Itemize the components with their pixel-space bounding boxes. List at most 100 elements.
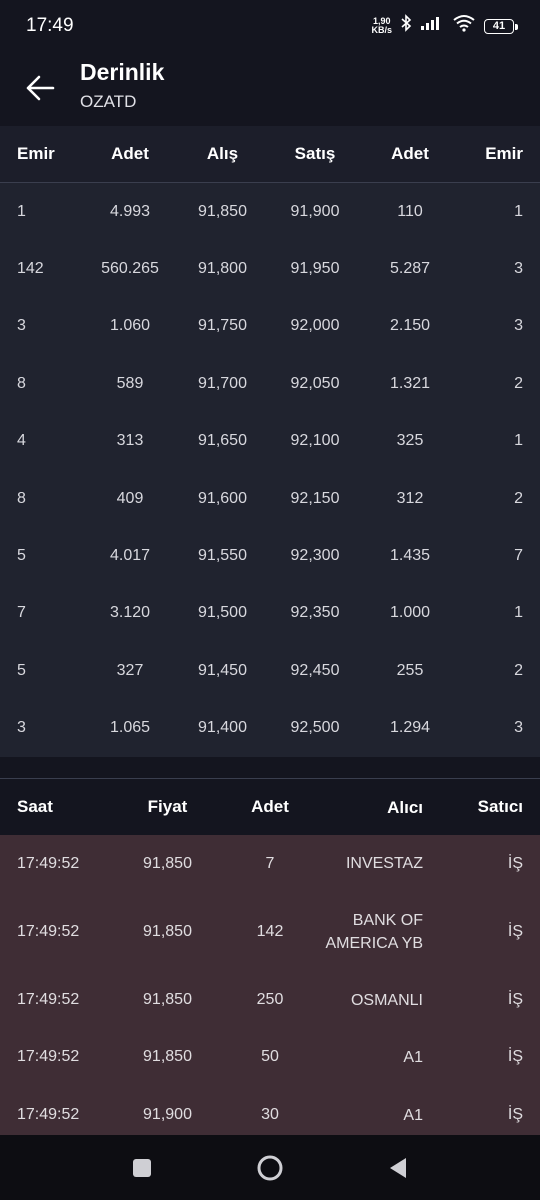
ask-price: 92,300 [290,547,340,565]
back-triangle-icon [390,1157,406,1178]
depth-table: Emir Adet Alış Satış Adet Emir 1 4.993 9… [0,126,540,757]
table-row[interactable]: 17:49:52 91,850 142 BANK OF AMERICA YB İ… [0,892,540,972]
ask-quantity: 2.150 [389,317,431,335]
column-header-alis[interactable]: Alış [175,144,270,164]
column-header-fiyat[interactable]: Fiyat [110,797,225,817]
bid-price: 91,600 [198,489,247,507]
trade-quantity: 142 [256,923,284,940]
bid-quantity: 1.065 [109,719,151,737]
trade-price: 91,850 [143,1048,192,1065]
ask-price: 92,050 [290,374,340,392]
bid-quantity: 589 [116,374,144,392]
bid-quantity: 1.060 [109,317,151,335]
recents-button[interactable] [122,1148,162,1188]
table-row[interactable]: 142 560.265 91,800 91,950 5.287 3 [0,240,540,297]
column-header-adet-ask[interactable]: Adet [360,144,460,164]
bid-price: 91,750 [198,317,247,335]
header-text: Derinlik OZATD [80,59,164,112]
battery-level: 41 [492,20,506,32]
table-row[interactable]: 17:49:52 91,850 250 OSMANLI İŞ [0,972,540,1028]
column-header-satis[interactable]: Satış [270,144,360,164]
table-row[interactable]: 1 4.993 91,850 91,900 110 1 [0,183,540,240]
column-header-adet[interactable]: Adet [225,797,315,817]
bid-price: 91,800 [198,260,247,278]
trade-buyer-line: OSMANLI [350,991,423,1009]
ask-orders: 3 [514,317,523,335]
bluetooth-icon [400,14,412,38]
trade-buyer-line: A1 [403,1106,423,1124]
signal-icon [420,15,444,37]
trade-seller: İŞ [507,1106,523,1123]
section-divider [0,760,540,779]
ask-orders: 3 [514,260,523,278]
table-row[interactable]: 8 409 91,600 92,150 312 2 [0,470,540,527]
bid-orders: 5 [17,661,26,679]
table-row[interactable]: 3 1.060 91,750 92,000 2.150 3 [0,298,540,355]
bid-quantity: 327 [116,661,144,679]
table-row[interactable]: 17:49:52 91,900 30 A1 İŞ [0,1086,540,1135]
bid-orders: 1 [17,202,26,220]
column-header-saat[interactable]: Saat [0,797,110,817]
ask-orders: 2 [514,489,523,507]
arrow-left-icon [26,75,55,101]
trade-price: 91,850 [143,854,192,872]
ask-price: 92,450 [290,661,340,679]
column-header-satici[interactable]: Satıcı [425,797,540,817]
bid-orders: 7 [17,604,26,622]
trade-seller: İŞ [507,991,523,1008]
table-row[interactable]: 5 327 91,450 92,450 255 2 [0,642,540,699]
trade-quantity: 7 [265,854,275,872]
status-icons: 1,90 KB/s 41 [371,14,518,38]
ask-orders: 1 [514,604,523,622]
ask-quantity: 110 [397,202,423,220]
bid-orders: 8 [17,374,26,392]
column-header-adet-bid[interactable]: Adet [85,144,175,164]
trade-buyer-line: AMERICA YB [325,935,423,952]
battery-icon: 41 [484,18,518,34]
home-button[interactable] [250,1148,290,1188]
table-row[interactable]: 8 589 91,700 92,050 1.321 2 [0,355,540,412]
column-header-alici[interactable]: Alıcı [315,796,425,819]
table-row[interactable]: 17:49:52 91,850 7 INVESTAZ İŞ [0,835,540,892]
trade-buyer-line: A1 [403,1048,423,1066]
ask-quantity: 312 [396,489,424,507]
depth-table-header: Emir Adet Alış Satış Adet Emir [0,126,540,183]
nav-back-button[interactable] [378,1148,418,1188]
trade-quantity: 30 [261,1106,279,1123]
trade-time: 17:49:52 [17,1048,80,1065]
ask-quantity: 325 [396,432,424,450]
status-bar: 17:49 1,90 KB/s 41 [0,0,540,52]
page-subtitle: OZATD [80,91,137,111]
home-circle-icon [257,1155,283,1180]
table-row[interactable]: 5 4.017 91,550 92,300 1.435 7 [0,527,540,584]
ask-quantity: 1.000 [389,604,431,622]
bid-quantity: 4.993 [109,202,151,220]
bid-orders: 142 [17,260,44,278]
table-row[interactable]: 3 1.065 91,400 92,500 1.294 3 [0,700,540,757]
ask-orders: 1 [514,202,523,220]
ask-orders: 3 [514,719,523,737]
trade-quantity: 50 [261,1048,279,1065]
table-row[interactable]: 17:49:52 91,850 50 A1 İŞ [0,1028,540,1086]
bid-quantity: 409 [116,489,144,507]
back-button[interactable] [0,52,80,124]
ask-price: 92,350 [290,604,340,622]
table-row[interactable]: 7 3.120 91,500 92,350 1.000 1 [0,585,540,642]
trade-price: 91,850 [143,991,192,1008]
trade-buyer: BANK OF AMERICA YB [315,909,425,955]
page-title: Derinlik [80,58,165,85]
trade-time: 17:49:52 [17,1106,80,1123]
ask-orders: 2 [514,374,523,392]
bid-orders: 3 [17,317,26,335]
bid-price: 91,500 [198,604,247,622]
table-row[interactable]: 4 313 91,650 92,100 325 1 [0,413,540,470]
column-header-emir-ask[interactable]: Emir [460,144,540,164]
bid-quantity: 560.265 [101,260,159,278]
trade-seller: İŞ [507,1048,523,1065]
bid-quantity: 4.017 [109,547,151,565]
column-header-emir-bid[interactable]: Emir [0,144,85,164]
trades-table-body: 17:49:52 91,850 7 INVESTAZ İŞ 17:49:52 9… [0,835,540,1135]
wifi-icon [452,14,476,38]
bid-price: 91,550 [198,547,247,565]
status-time: 17:49 [26,15,74,36]
